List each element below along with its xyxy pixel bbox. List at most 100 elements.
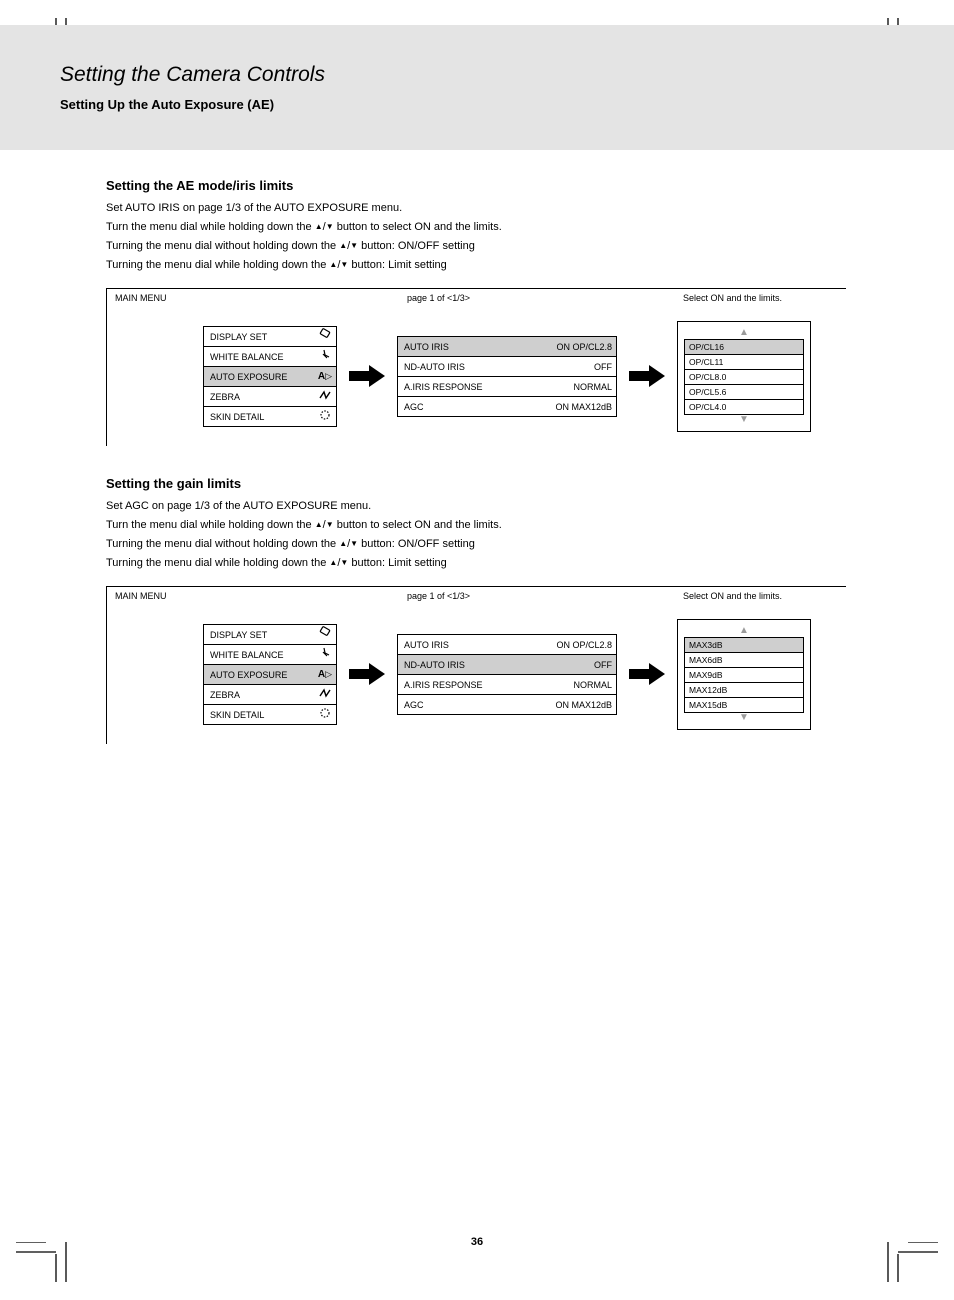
menu-item: AGCON MAX12dB xyxy=(397,694,617,715)
crop-mark-br xyxy=(882,1242,938,1282)
body-text: Set AUTO IRIS on page 1/3 of the AUTO EX… xyxy=(106,201,846,217)
menu-item: WHITE BALANCE xyxy=(203,346,337,367)
menu-item-value: ON OP/CL2.8 xyxy=(556,640,612,650)
down-triangle-icon: ▼ xyxy=(340,558,348,567)
body-text: Set AGC on page 1/3 of the AUTO EXPOSURE… xyxy=(106,499,846,515)
page-number: 36 xyxy=(0,1236,954,1248)
menu-item: DISPLAY SET xyxy=(203,326,337,347)
menu-item: DISPLAY SET xyxy=(203,624,337,645)
section-heading: Setting the AE mode/iris limits xyxy=(106,178,846,193)
scroll-up-icon: ▲ xyxy=(684,328,804,338)
body-text: Turn the menu dial while holding down th… xyxy=(106,518,846,534)
scroll-down-icon: ▼ xyxy=(684,415,804,425)
menu-item-label: A.IRIS RESPONSE xyxy=(404,680,483,690)
menu-item: SKIN DETAIL xyxy=(203,704,337,725)
menu-main: DISPLAY SET WHITE BALANCE AUTO EXPOSUREA▷ Z… xyxy=(203,624,337,724)
arrow-right-icon xyxy=(629,365,665,387)
menu-item: AUTO EXPOSUREA▷ xyxy=(203,366,337,387)
diagram-hint: Select ON and the limits. xyxy=(683,591,782,601)
section-gain-limits: Setting the gain limits Set AGC on page … xyxy=(106,476,846,744)
diagram-panel: MAIN MENU page 1 of <1/3> Select ON and … xyxy=(106,586,846,744)
arrow-right-icon xyxy=(629,663,665,685)
menu-item-label: WHITE BALANCE xyxy=(210,650,284,660)
up-triangle-icon: ▲ xyxy=(329,558,337,567)
wand-icon xyxy=(318,646,332,663)
menu-item-value: ON MAX12dB xyxy=(555,402,612,412)
select-option: OP/CL16 xyxy=(684,339,804,355)
page-header: Setting the Camera Controls Setting Up t… xyxy=(0,25,954,150)
menu-item-label: ND-AUTO IRIS xyxy=(404,362,465,372)
down-triangle-icon: ▼ xyxy=(326,520,334,529)
menu-sub: AUTO IRIS ON OP/CL2.8 ND-AUTO IRIS OFF A.IRI… xyxy=(397,336,617,416)
select-option: MAX12dB xyxy=(684,682,804,698)
eraser-icon xyxy=(318,626,332,643)
diagram-hint: page 1 of <1/3> xyxy=(407,293,470,303)
menu-item-value: ON OP/CL2.8 xyxy=(556,342,612,352)
select-option: OP/CL8.0 xyxy=(684,369,804,385)
menu-item-label: ZEBRA xyxy=(210,690,240,700)
body-text: Turning the menu dial without holding do… xyxy=(106,537,846,553)
down-triangle-icon: ▼ xyxy=(326,222,334,231)
menu-item-label: SKIN DETAIL xyxy=(210,710,264,720)
menu-item-label: SKIN DETAIL xyxy=(210,412,264,422)
menu-item-value: NORMAL xyxy=(573,680,612,690)
menu-item-label: ND-AUTO IRIS xyxy=(404,660,465,670)
eraser-icon xyxy=(318,328,332,345)
menu-item: WHITE BALANCE xyxy=(203,644,337,665)
up-triangle-icon: ▲ xyxy=(315,222,323,231)
skin-icon xyxy=(318,706,332,723)
select-option: MAX15dB xyxy=(684,697,804,713)
select-option: OP/CL5.6 xyxy=(684,384,804,400)
section-ae-iris: Setting the AE mode/iris limits Set AUTO… xyxy=(106,178,846,446)
wand-icon xyxy=(318,348,332,365)
select-option: OP/CL4.0 xyxy=(684,399,804,415)
main-content: Setting the AE mode/iris limits Set AUTO… xyxy=(106,178,846,774)
menu-item-label: AUTO IRIS xyxy=(404,640,449,650)
down-triangle-icon: ▼ xyxy=(350,539,358,548)
menu-item: AUTO EXPOSUREA▷ xyxy=(203,664,337,685)
arrow-right-icon xyxy=(349,365,385,387)
menu-main: DISPLAY SET WHITE BALANCE AUTO EXPOSUREA▷ Z… xyxy=(203,326,337,426)
menu-item-label: AGC xyxy=(404,402,424,412)
menu-item-label: A.IRIS RESPONSE xyxy=(404,382,483,392)
menu-select: ▲ MAX3dBMAX6dBMAX9dBMAX12dBMAX15dB ▼ xyxy=(677,619,811,730)
select-option: MAX9dB xyxy=(684,667,804,683)
menu-item: SKIN DETAIL xyxy=(203,406,337,427)
menu-item: AGC ON MAX12dB xyxy=(397,396,617,417)
menu-item: ZEBRA xyxy=(203,386,337,407)
menu-select: ▲ OP/CL16OP/CL11OP/CL8.0OP/CL5.6OP/CL4.0… xyxy=(677,321,811,432)
down-triangle-icon: ▼ xyxy=(350,241,358,250)
scroll-up-icon: ▲ xyxy=(684,626,804,636)
menu-item-label: ZEBRA xyxy=(210,392,240,402)
select-option: MAX3dB xyxy=(684,637,804,653)
menu-sub: AUTO IRISON OP/CL2.8ND-AUTO IRISOFFA.IRI… xyxy=(397,634,617,714)
menu-item: A.IRIS RESPONSE NORMAL xyxy=(397,674,617,695)
page-subtitle: Setting Up the Auto Exposure (AE) xyxy=(60,97,894,112)
ae-icon: A▷ xyxy=(318,669,332,680)
menu-item-label: DISPLAY SET xyxy=(210,630,267,640)
up-triangle-icon: ▲ xyxy=(329,260,337,269)
skin-icon xyxy=(318,408,332,425)
body-text: Turn the menu dial while holding down th… xyxy=(106,220,846,236)
diagram-hint: MAIN MENU xyxy=(115,293,167,303)
body-text: Turning the menu dial while holding down… xyxy=(106,258,846,274)
menu-item: A.IRIS RESPONSENORMAL xyxy=(397,376,617,397)
section-heading: Setting the gain limits xyxy=(106,476,846,491)
up-triangle-icon: ▲ xyxy=(339,241,347,250)
scroll-down-icon: ▼ xyxy=(684,713,804,723)
zebra-icon xyxy=(318,686,332,703)
menu-item-value: OFF xyxy=(594,362,612,372)
diagram-hint: page 1 of <1/3> xyxy=(407,591,470,601)
diagram-hint: Select ON and the limits. xyxy=(683,293,782,303)
menu-item: ND-AUTO IRIS OFF xyxy=(397,356,617,377)
menu-item: AUTO IRIS ON OP/CL2.8 xyxy=(397,336,617,357)
body-text: Turning the menu dial while holding down… xyxy=(106,556,846,572)
body-text: Turning the menu dial without holding do… xyxy=(106,239,846,255)
ae-icon: A▷ xyxy=(318,371,332,382)
menu-item-label: WHITE BALANCE xyxy=(210,352,284,362)
menu-item-label: AUTO IRIS xyxy=(404,342,449,352)
arrow-right-icon xyxy=(349,663,385,685)
menu-item-label: DISPLAY SET xyxy=(210,332,267,342)
zebra-icon xyxy=(318,388,332,405)
menu-item-label: AGC xyxy=(404,700,424,710)
